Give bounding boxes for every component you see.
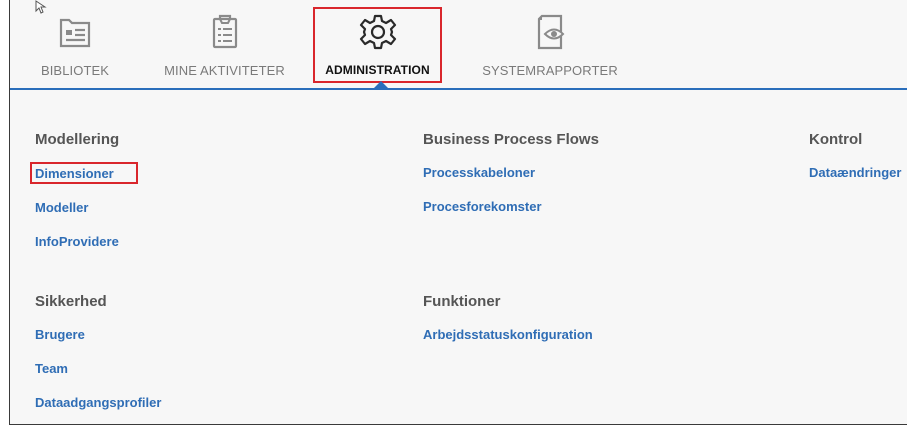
nav-item-systemrapporter[interactable]: SYSTEMRAPPORTER — [480, 0, 620, 86]
section-title-sikkerhed: Sikkerhed — [35, 293, 107, 310]
section-modellering: Modellering Dimensioner Modeller InfoPro… — [30, 131, 138, 268]
link-procesforekomster[interactable]: Procesforekomster — [423, 199, 599, 215]
section-title-funktioner: Funktioner — [423, 293, 501, 310]
link-arbejdsstatuskonfiguration[interactable]: Arbejdsstatuskonfiguration — [423, 327, 593, 343]
link-dataadgangsprofiler[interactable]: Dataadgangsprofiler — [35, 395, 161, 411]
nav-underline — [10, 88, 907, 90]
dimensioner-highlight-box — [30, 162, 138, 184]
section-title-kontrol: Kontrol — [809, 131, 863, 148]
section-kontrol: Kontrol Dataændringer — [809, 131, 901, 199]
section-title-modellering: Modellering — [35, 131, 120, 148]
nav-label-systemrapporter: SYSTEMRAPPORTER — [482, 63, 618, 78]
section-funktioner: Funktioner Arbejdsstatuskonfiguration — [423, 293, 593, 361]
library-card-icon — [59, 18, 91, 48]
link-team[interactable]: Team — [35, 361, 161, 377]
link-infoprovidere[interactable]: InfoProvidere — [35, 234, 119, 250]
administration-highlight-box — [313, 7, 442, 83]
section-title-bpf: Business Process Flows — [423, 131, 599, 148]
link-brugere[interactable]: Brugere — [35, 327, 161, 343]
section-sikkerhed: Sikkerhed Brugere Team Dataadgangsprofil… — [35, 293, 161, 424]
link-processkabeloner[interactable]: Processkabeloner — [423, 165, 599, 181]
dimensioner-link-wrapper: Dimensioner — [30, 162, 138, 200]
link-modeller[interactable]: Modeller — [35, 200, 119, 216]
active-tab-pointer — [374, 81, 388, 88]
report-eye-icon — [537, 14, 565, 50]
app-frame: BIBLIOTEK MINE AKTIVITETER ADMINISTRATIO… — [9, 0, 907, 425]
clipboard-list-icon — [212, 14, 237, 49]
nav-item-bibliotek[interactable]: BIBLIOTEK — [25, 0, 125, 86]
link-dataaendringer[interactable]: Dataændringer — [809, 165, 901, 181]
section-business-process-flows: Business Process Flows Processkabeloner … — [423, 131, 599, 233]
nav-label-mine-aktiviteter: MINE AKTIVITETER — [164, 63, 285, 78]
top-navigation: BIBLIOTEK MINE AKTIVITETER ADMINISTRATIO… — [10, 0, 907, 90]
nav-item-mine-aktiviteter[interactable]: MINE AKTIVITETER — [162, 0, 287, 86]
nav-label-bibliotek: BIBLIOTEK — [40, 63, 110, 78]
